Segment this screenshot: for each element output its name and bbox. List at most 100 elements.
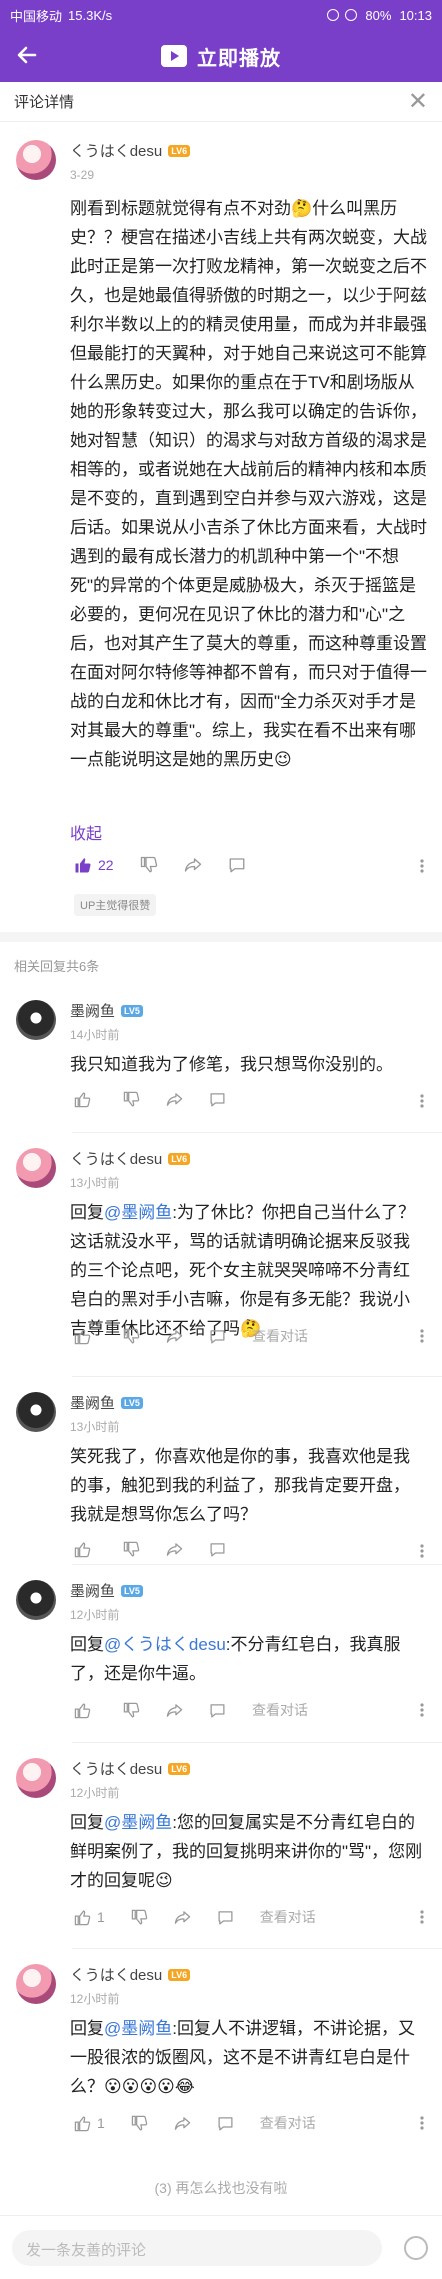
reply-actions <box>74 1091 226 1108</box>
comment-icon <box>218 2116 233 2131</box>
like-button[interactable]: 1 <box>74 2115 105 2132</box>
mention-link[interactable]: @くうはくdesu <box>104 1635 226 1654</box>
like-button[interactable]: 22 <box>74 856 114 874</box>
share-button[interactable] <box>166 1702 183 1719</box>
username-text: 墨阙鱼 <box>70 1003 116 1020</box>
reply-prefix: 回复 <box>70 1203 104 1222</box>
thumb-down-icon <box>123 1541 140 1557</box>
dislike-button[interactable] <box>131 1909 148 1926</box>
reply-button[interactable] <box>209 1091 226 1108</box>
reply-button[interactable] <box>217 2115 234 2132</box>
more-icon[interactable] <box>414 1328 430 1344</box>
dislike-button[interactable] <box>131 2115 148 2132</box>
username-text: くうはくdesu <box>70 143 163 160</box>
comment-username[interactable]: くうはくdesu LV6 <box>70 140 191 161</box>
end-of-list-notice: (3) 再怎么找也没有啦 <box>0 2178 442 2198</box>
level-badge: LV5 <box>121 1004 143 1017</box>
avatar[interactable] <box>16 1964 56 2004</box>
avatar[interactable] <box>16 1580 56 1620</box>
comment-input[interactable]: 发一条友善的评论 <box>12 2230 382 2266</box>
section-divider <box>0 932 442 942</box>
view-conversation-link[interactable]: 查看对话 <box>260 1907 316 1927</box>
avatar[interactable] <box>16 1392 56 1432</box>
mention-link[interactable]: @墨阙鱼 <box>104 2019 172 2038</box>
share-button[interactable] <box>166 1091 183 1108</box>
share-icon <box>166 1329 183 1343</box>
avatar[interactable] <box>16 1148 56 1188</box>
net-speed: 15.3K/s <box>68 7 113 23</box>
dislike-button[interactable] <box>123 1328 140 1345</box>
like-button[interactable]: 1 <box>74 1909 105 1926</box>
dislike-button[interactable] <box>140 856 158 874</box>
avatar[interactable] <box>16 140 56 180</box>
view-conversation-link[interactable]: 查看对话 <box>252 1700 308 1720</box>
share-button[interactable] <box>174 2115 191 2132</box>
thumb-down-icon <box>123 1702 140 1718</box>
dislike-button[interactable] <box>123 1091 140 1108</box>
username-text: 墨阙鱼 <box>70 1583 116 1600</box>
comment-date: 3-29 <box>70 168 95 182</box>
more-icon[interactable] <box>414 1543 430 1559</box>
more-icon[interactable] <box>414 858 430 874</box>
reply-username[interactable]: くうはくdesu LV6 <box>70 1148 191 1169</box>
like-button[interactable] <box>74 1541 97 1558</box>
view-conversation-link[interactable]: 查看对话 <box>252 1326 308 1346</box>
comment-icon <box>210 1543 225 1557</box>
reply-time: 13小时前 <box>70 1176 120 1190</box>
reply-username[interactable]: くうはくdesu LV6 <box>70 1964 191 1985</box>
play-now-button[interactable]: 立即播放 <box>0 30 442 82</box>
reply-button[interactable] <box>209 1702 226 1719</box>
thumb-down-icon <box>131 2115 148 2131</box>
share-button[interactable] <box>174 1909 191 1926</box>
level-badge: LV6 <box>168 1152 191 1165</box>
reply-button[interactable] <box>228 856 246 874</box>
reply-time: 13小时前 <box>70 1420 120 1434</box>
reply-username[interactable]: 墨阙鱼 LV5 <box>70 1000 143 1021</box>
reply-username[interactable]: くうはくdesu LV6 <box>70 1758 191 1779</box>
reply-body: 回复@墨阙鱼:为了休比？你把自己当什么了？这话就没水平，骂的话就请明确论据来反驳… <box>70 1198 426 1343</box>
battery-label: 80% <box>365 7 392 23</box>
share-button[interactable] <box>166 1541 183 1558</box>
reply-username[interactable]: 墨阙鱼 LV5 <box>70 1392 143 1413</box>
collapse-link[interactable]: 收起 <box>70 820 102 844</box>
reply-time: 12小时前 <box>70 1608 120 1622</box>
reply-separator <box>72 1564 442 1565</box>
level-badge: LV5 <box>121 1584 143 1597</box>
reply-actions: 查看对话 <box>74 1326 308 1346</box>
thumb-down-icon <box>123 1328 140 1344</box>
view-conversation-link[interactable]: 查看对话 <box>260 2113 316 2133</box>
avatar[interactable] <box>16 1758 56 1798</box>
share-button[interactable] <box>184 856 202 874</box>
close-icon[interactable]: ✕ <box>408 89 428 114</box>
wifi-icon <box>345 9 358 21</box>
like-button[interactable] <box>74 1702 97 1719</box>
reply-username[interactable]: 墨阙鱼 LV5 <box>70 1580 143 1601</box>
dislike-button[interactable] <box>123 1541 140 1558</box>
emoji-icon[interactable] <box>404 2236 428 2260</box>
like-button[interactable] <box>74 1091 97 1108</box>
reply-button[interactable] <box>209 1328 226 1345</box>
mention-link[interactable]: @墨阙鱼 <box>104 1203 172 1222</box>
username-text: くうはくdesu <box>70 1151 163 1168</box>
reply-button[interactable] <box>217 1909 234 1926</box>
more-icon[interactable] <box>414 1093 430 1109</box>
thumb-up-icon <box>75 858 91 873</box>
reply-body: 我只知道我为了修笔，我只想骂你没别的。 <box>70 1050 426 1079</box>
dislike-button[interactable] <box>123 1702 140 1719</box>
more-icon[interactable] <box>414 2115 430 2131</box>
more-icon[interactable] <box>414 1702 430 1718</box>
share-button[interactable] <box>166 1328 183 1345</box>
comment-icon <box>229 858 245 873</box>
reply-actions: 1 查看对话 <box>74 2113 316 2133</box>
status-bar: 中国移动 15.3K/s 80% 10:13 <box>0 0 442 30</box>
avatar[interactable] <box>16 1000 56 1040</box>
thumb-down-icon <box>140 856 157 873</box>
reply-button[interactable] <box>209 1541 226 1558</box>
level-badge: LV6 <box>168 144 191 157</box>
like-button[interactable] <box>74 1328 97 1345</box>
comment-icon <box>210 1329 225 1344</box>
reply-text: :为了休比？你把自己当什么了？这话就没水平，骂的话就请明确论据来反驳我的三个论点… <box>70 1203 415 1338</box>
more-icon[interactable] <box>414 1909 430 1925</box>
like-count: 1 <box>97 2115 105 2131</box>
mention-link[interactable]: @墨阙鱼 <box>104 1813 172 1832</box>
